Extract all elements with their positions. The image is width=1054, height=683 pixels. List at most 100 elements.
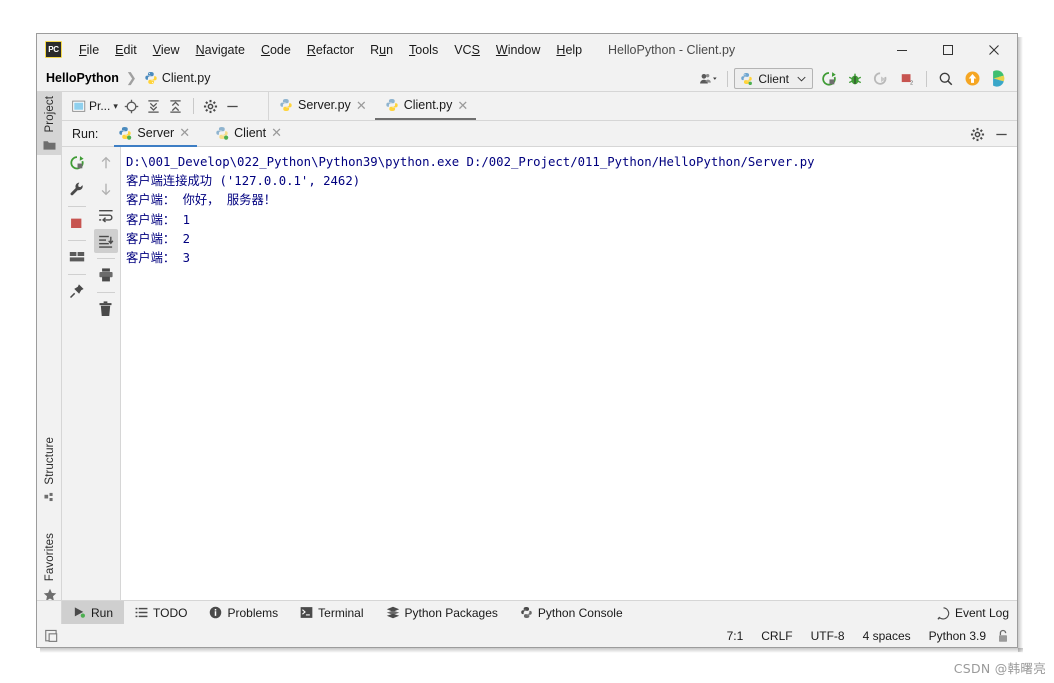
scroll-from-source-button[interactable]: [121, 95, 143, 117]
run-tab-close-icon[interactable]: ✕: [179, 126, 190, 139]
window-shadow-bottom: [40, 648, 1023, 653]
todo-icon: [135, 607, 148, 618]
breadcrumb-project[interactable]: HelloPython: [46, 71, 119, 85]
hide-run-window-button[interactable]: [990, 123, 1012, 145]
bottom-tab-label: TODO: [153, 605, 188, 620]
bottom-tab-label: Run: [91, 605, 114, 620]
bottom-tab-label: Python Console: [537, 605, 623, 620]
event-log-button[interactable]: Event Log: [937, 601, 1009, 625]
sidebar-label-structure: Structure: [43, 437, 56, 485]
bottom-tab-python-console[interactable]: Python Console: [509, 601, 634, 624]
scroll-to-end-button[interactable]: [93, 229, 118, 253]
editor-tab-server[interactable]: Server.py ✕: [269, 92, 375, 120]
run-tab-label: Client: [234, 125, 267, 140]
sidebar-label-favorites: Favorites: [43, 533, 56, 582]
menu-code[interactable]: Code: [253, 41, 299, 59]
sidebar-item-favorites[interactable]: Favorites: [37, 529, 62, 606]
collapse-all-button[interactable]: [165, 95, 187, 117]
prev-occurrence-button[interactable]: [94, 151, 118, 175]
arrow-up-icon: [101, 156, 110, 169]
layout-settings-button[interactable]: [65, 245, 89, 269]
run-tab-client[interactable]: Client ✕: [211, 121, 289, 147]
edit-configuration-button[interactable]: [65, 177, 89, 201]
stop-button[interactable]: 2: [894, 66, 920, 92]
stop-process-button[interactable]: [65, 211, 89, 235]
navbar-divider-1: [727, 70, 729, 87]
pycharm-assistant-button[interactable]: [985, 66, 1011, 92]
watermark: CSDN @韩曙亮: [953, 661, 1046, 676]
clear-all-button[interactable]: [94, 297, 118, 321]
run-button[interactable]: [816, 66, 842, 92]
update-project-button[interactable]: [959, 66, 985, 92]
sidebar-item-project[interactable]: Project: [37, 92, 62, 155]
run-configuration-selector[interactable]: Client: [734, 68, 813, 89]
bottom-tab-todo[interactable]: TODO: [124, 601, 198, 624]
run-configuration-label: Client: [758, 71, 789, 86]
bottom-tab-terminal[interactable]: Terminal: [289, 601, 374, 624]
content-column: Pr... ▾ Server.py ✕ Client.py ✕ Run: Ser…: [62, 92, 1017, 600]
print-button[interactable]: [94, 263, 118, 287]
maximize-button[interactable]: [925, 34, 971, 65]
breadcrumb-file[interactable]: Client.py: [144, 71, 210, 85]
menu-refactor[interactable]: Refactor: [299, 41, 362, 59]
bottom-tab-problems[interactable]: Problems: [198, 601, 289, 624]
expand-all-button[interactable]: [143, 95, 165, 117]
menu-file[interactable]: File: [71, 41, 107, 59]
editor-tab-close-icon[interactable]: ✕: [356, 99, 367, 112]
lock-button[interactable]: [995, 629, 1009, 643]
rerun-button[interactable]: [65, 151, 89, 175]
menu-window[interactable]: Window: [488, 41, 548, 59]
project-view-icon: [72, 100, 86, 112]
run-tab-close-icon[interactable]: ✕: [271, 126, 282, 139]
next-occurrence-button[interactable]: [94, 177, 118, 201]
debug-button[interactable]: [842, 66, 868, 92]
menu-vcs[interactable]: VCS: [446, 41, 488, 59]
pin-tab-button[interactable]: [65, 279, 89, 303]
run-settings-button[interactable]: [966, 123, 988, 145]
python-run-icon: [119, 126, 132, 140]
sidebar-label-project: Project: [43, 96, 56, 133]
menu-edit[interactable]: Edit: [107, 41, 145, 59]
caret-position[interactable]: 7:1: [718, 629, 753, 643]
screenshot-root: PC File Edit View Navigate Code Refactor…: [0, 0, 1054, 683]
gear-icon: [970, 127, 984, 141]
tool-and-editor-tabs: Pr... ▾ Server.py ✕ Client.py ✕: [62, 92, 1017, 121]
project-view-selector[interactable]: Pr... ▾: [69, 97, 121, 115]
run-window-title: Run:: [72, 126, 99, 141]
file-encoding[interactable]: UTF-8: [802, 629, 854, 643]
sidebar-item-structure[interactable]: Structure: [37, 433, 62, 508]
close-icon: [989, 44, 999, 55]
user-settings-button[interactable]: [695, 66, 721, 92]
gutter-divider-3: [67, 274, 86, 275]
close-button[interactable]: [971, 34, 1017, 65]
console-output[interactable]: D:\001_Develop\022_Python\Python39\pytho…: [121, 147, 1017, 600]
locate-target-icon: [125, 99, 139, 113]
project-settings-button[interactable]: [200, 95, 222, 117]
bottom-tool-bar: Run TODO Problems Terminal Python Packag…: [37, 600, 1017, 624]
editor-tab-close-icon[interactable]: ✕: [457, 99, 468, 112]
navbar-divider-2: [926, 70, 927, 87]
search-button[interactable]: [933, 66, 959, 92]
run-coverage-button[interactable]: [868, 66, 894, 92]
minimize-button[interactable]: [879, 34, 925, 65]
run-tab-server[interactable]: Server ✕: [114, 121, 198, 147]
menu-help[interactable]: Help: [548, 41, 590, 59]
breadcrumb-separator-icon: ❯: [125, 70, 137, 85]
console-line: 客户端： 1: [126, 212, 190, 227]
bottom-tab-run[interactable]: Run: [62, 601, 125, 624]
python-interpreter[interactable]: Python 3.9: [920, 629, 995, 643]
menu-tools[interactable]: Tools: [401, 41, 446, 59]
toggle-toolbar-button[interactable]: [45, 628, 61, 644]
expand-all-icon: [148, 99, 160, 113]
scroll-to-end-icon: [98, 235, 113, 248]
indent-setting[interactable]: 4 spaces: [854, 629, 920, 643]
menu-navigate[interactable]: Navigate: [188, 41, 253, 59]
soft-wrap-button[interactable]: [94, 203, 118, 227]
hide-project-button[interactable]: [222, 95, 244, 117]
line-separator[interactable]: CRLF: [752, 629, 801, 643]
menu-view[interactable]: View: [145, 41, 188, 59]
minimize-panel-icon: [227, 105, 239, 107]
bottom-tab-python-packages[interactable]: Python Packages: [375, 601, 509, 624]
menu-run[interactable]: Run: [362, 41, 401, 59]
editor-tab-client[interactable]: Client.py ✕: [374, 92, 477, 120]
